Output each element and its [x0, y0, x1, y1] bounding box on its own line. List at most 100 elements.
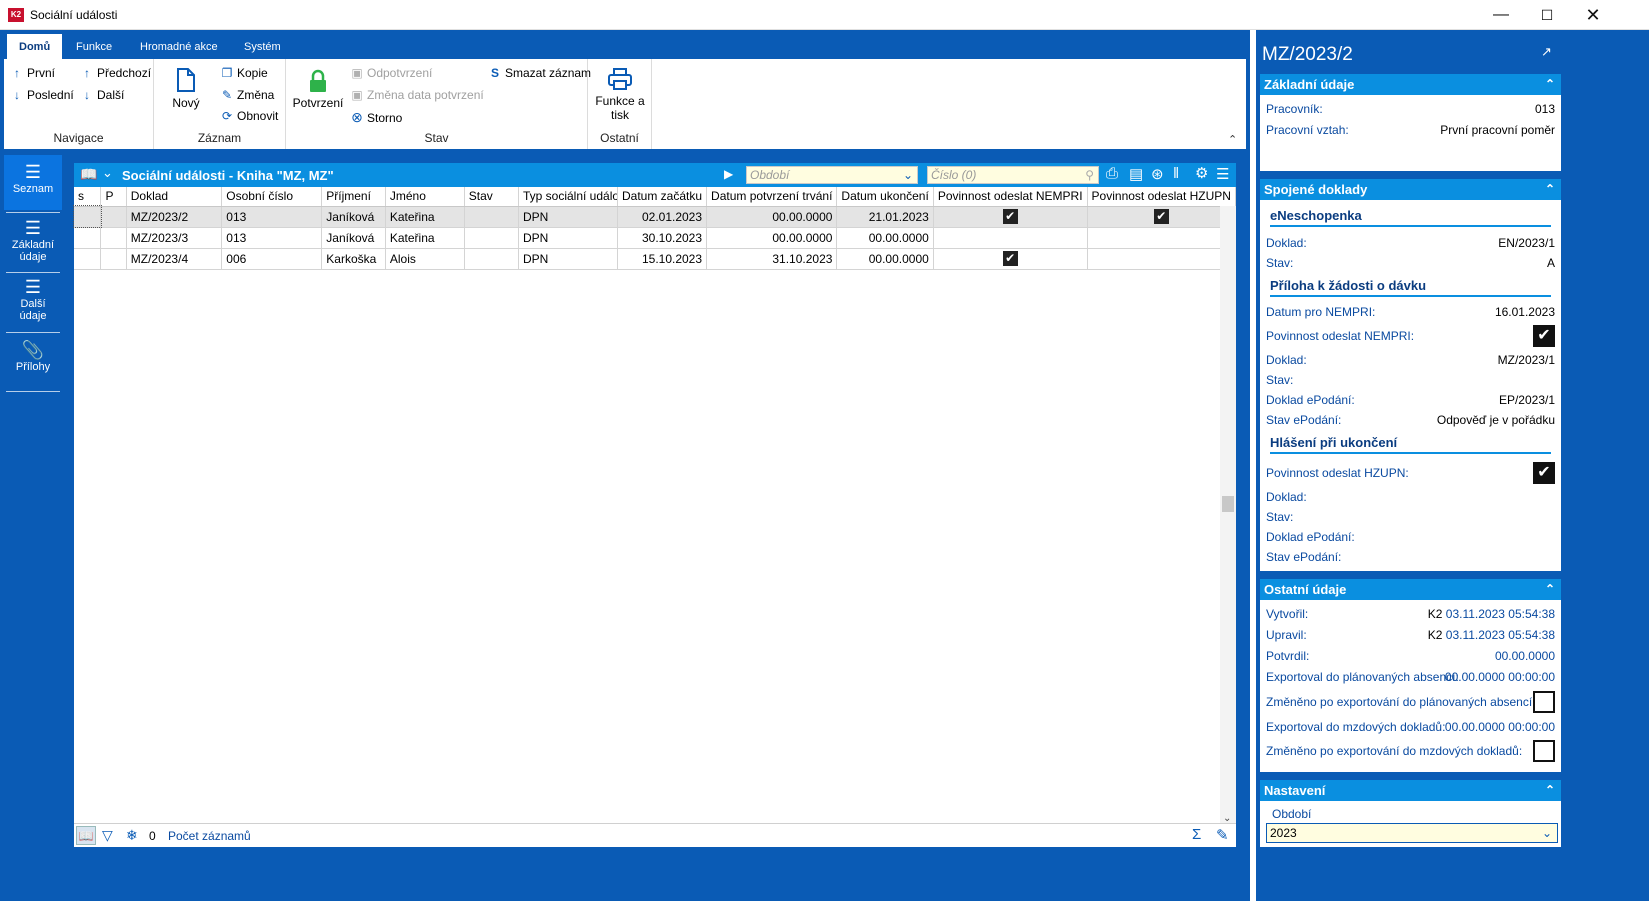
change-date-button[interactable]: ▣ Změna data potvrzení — [350, 88, 483, 102]
filter-icon[interactable]: ▽ — [102, 827, 113, 844]
chart-icon[interactable]: ▤ — [1129, 165, 1143, 183]
new-button[interactable]: Nový — [166, 67, 206, 110]
col-header[interactable]: Povinnost odeslat HZUPN — [1087, 187, 1237, 207]
minimize-button[interactable]: — — [1478, 0, 1524, 30]
book-icon[interactable]: 📖 — [76, 826, 96, 845]
arrow-down-icon: ↓ — [84, 88, 90, 102]
print-icon[interactable]: ⎙ — [1106, 165, 1118, 182]
row-selector[interactable] — [73, 205, 102, 228]
col-header[interactable]: Povinnost odeslat NEMPRI — [933, 187, 1088, 207]
change-button[interactable]: ✎ Změna — [220, 88, 274, 102]
first-label: První — [27, 66, 56, 80]
delete-record-button[interactable]: S Smazat záznam — [488, 66, 591, 80]
table-row[interactable]: MZ/2023/4 006 Karkoška Alois DPN 15.10.2023 31… — [74, 248, 1237, 270]
vertical-scrollbar[interactable]: ⌄ — [1220, 206, 1236, 824]
hzupn-checkbox[interactable]: ✔ — [1533, 462, 1555, 484]
hzupn-obligation-field: Povinnost odeslat HZUPN: ✔ — [1266, 462, 1555, 484]
row-selector[interactable] — [74, 227, 102, 249]
col-header[interactable]: Datum ukončení — [836, 187, 934, 207]
storno-label: Storno — [367, 110, 403, 125]
sidenav-label: Základní údaje — [11, 239, 55, 263]
tab-funkce[interactable]: Funkce — [64, 34, 124, 59]
sidenav-item-prilohy[interactable]: 📎 Přílohy — [4, 339, 62, 389]
sidenav-item-dalsi[interactable]: ☰ Další údaje — [4, 276, 62, 331]
cell-jmeno: Kateřina — [385, 227, 465, 249]
period-filter-input[interactable]: Období ⌄ — [746, 166, 918, 184]
popout-icon[interactable]: ↗ — [1541, 44, 1552, 60]
modified-user: K2 — [1427, 628, 1443, 642]
sidenav-item-zakladni[interactable]: ☰ Základní údaje — [4, 217, 62, 272]
last-button[interactable]: ↓ Poslední — [10, 88, 74, 102]
cell-zacatek: 30.10.2023 — [617, 227, 708, 249]
changed-plan-checkbox[interactable] — [1533, 691, 1555, 713]
play-arrow-icon[interactable]: ▶ — [724, 167, 733, 181]
section-linked-header[interactable]: Spojené doklady ⌃ — [1260, 179, 1561, 200]
maximize-button[interactable]: ☐ — [1524, 0, 1570, 30]
edit-icon[interactable]: ✎ — [1216, 826, 1229, 844]
chevron-up-icon[interactable]: ⌃ — [1545, 780, 1555, 801]
copy-button[interactable]: ❐ Kopie — [220, 66, 268, 80]
columns-icon[interactable]: ‖ — [1173, 165, 1179, 182]
snowflake-icon[interactable]: ❄ — [126, 827, 138, 844]
col-header[interactable]: P — [100, 187, 127, 207]
section-basic-header[interactable]: Základní údaje ⌃ — [1260, 74, 1561, 95]
col-header[interactable]: s — [74, 187, 102, 207]
tab-hromadne-akce[interactable]: Hromadné akce — [128, 34, 230, 59]
chevron-up-icon[interactable]: ⌃ — [1545, 74, 1555, 95]
period-select[interactable]: 2023 ⌄ — [1266, 823, 1558, 843]
arrow-up-icon: ↑ — [14, 66, 20, 80]
next-button[interactable]: ↓ Další — [80, 88, 124, 102]
unconfirm-button[interactable]: ▣ Odpotvrzení — [350, 66, 432, 80]
first-button[interactable]: ↑ První — [10, 66, 55, 80]
checkbox-checked[interactable]: ✔ — [1153, 209, 1169, 224]
field-value: EN/2023/1 — [1498, 236, 1555, 250]
previous-button[interactable]: ↑ Předchozí — [80, 66, 151, 80]
chevron-up-icon[interactable]: ⌃ — [1545, 579, 1555, 600]
cell-stav — [464, 227, 519, 249]
col-header[interactable]: Příjmení — [321, 187, 386, 207]
row-selector[interactable] — [74, 248, 102, 270]
checkbox-checked[interactable]: ✔ — [1002, 209, 1018, 224]
menu-icon[interactable]: ☰ — [1216, 165, 1229, 183]
storno-button[interactable]: ⊗ Storno — [350, 109, 402, 126]
group-icon[interactable]: ⊛ — [1151, 165, 1164, 183]
tab-system[interactable]: Systém — [232, 34, 293, 59]
field-label: Potvrdil: — [1266, 649, 1310, 663]
field-label: Vytvořil: — [1266, 607, 1309, 621]
table-row[interactable]: MZ/2023/3 013 Janíková Kateřina DPN 30.10.202… — [74, 227, 1237, 249]
chevron-down-icon[interactable]: ⌄ — [102, 165, 113, 181]
title-bar: K2 Sociální události — ☐ ✕ — [0, 0, 1649, 30]
number-placeholder: Číslo (0) — [931, 168, 977, 182]
gear-icon[interactable]: ⚙ — [1195, 164, 1208, 182]
nempri-date-field: Datum pro NEMPRI: 16.01.2023 — [1266, 303, 1555, 321]
modified-field: Upravil: K2 03.11.2023 05:54:38 — [1266, 626, 1555, 644]
book-icon[interactable]: 📖 — [80, 166, 97, 183]
refresh-button[interactable]: ⟳ Obnovit — [220, 109, 278, 123]
section-settings-header[interactable]: Nastavení ⌃ — [1260, 780, 1561, 801]
print-functions-button[interactable]: Funkce a tisk — [590, 67, 650, 122]
divider — [6, 272, 60, 273]
nempri-checkbox[interactable]: ✔ — [1533, 325, 1555, 347]
col-header[interactable]: Stav — [464, 187, 519, 207]
sidenav-item-seznam[interactable]: ☰ Seznam — [4, 155, 62, 210]
col-header[interactable]: Osobní číslo — [221, 187, 323, 207]
close-button[interactable]: ✕ — [1570, 0, 1616, 30]
number-filter-input[interactable]: Číslo (0) ⚲ — [927, 166, 1099, 184]
table-row[interactable]: MZ/2023/2 013 Janíková Kateřina DPN 02.01.202… — [73, 205, 1237, 228]
tab-domu[interactable]: Domů — [7, 34, 63, 59]
col-header[interactable]: Typ sociální události — [518, 187, 618, 207]
col-header[interactable]: Doklad — [126, 187, 223, 207]
sum-icon[interactable]: Σ — [1192, 826, 1201, 843]
collapse-ribbon-icon[interactable]: ⌃ — [1228, 133, 1237, 146]
previous-label: Předchozí — [97, 66, 152, 80]
confirm-button[interactable]: Potvrzení — [290, 69, 346, 110]
changed-mzd-checkbox[interactable] — [1533, 740, 1555, 762]
row-flag — [100, 206, 127, 228]
col-header[interactable]: Datum začátku — [617, 187, 708, 207]
col-header[interactable]: Datum potvrzení trvání — [706, 187, 838, 207]
section-other-header[interactable]: Ostatní údaje ⌃ — [1260, 579, 1561, 600]
checkbox-checked[interactable]: ✔ — [1002, 251, 1018, 266]
chevron-up-icon[interactable]: ⌃ — [1545, 179, 1555, 200]
col-header[interactable]: Jméno — [385, 187, 465, 207]
scroll-thumb[interactable] — [1222, 496, 1234, 512]
